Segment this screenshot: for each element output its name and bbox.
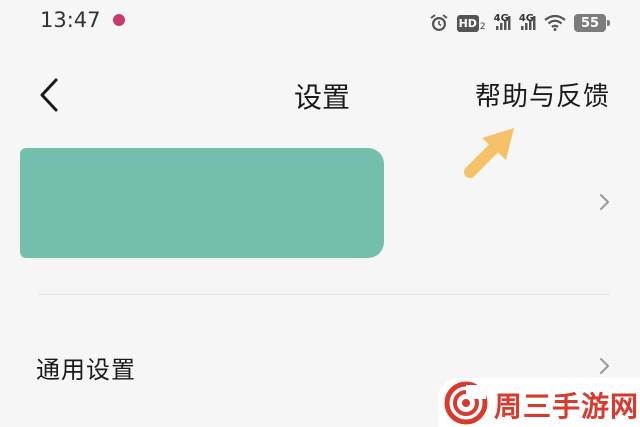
chevron-right-icon — [600, 194, 609, 210]
redacted-account-info — [20, 148, 384, 258]
status-icons: HD 2 4G 4G 55 — [429, 10, 610, 36]
signal-label: 4G — [518, 13, 534, 24]
watermark-text: 周三手游网 — [494, 390, 640, 423]
status-bar: 13:47 HD 2 4G 4G 55 — [0, 0, 640, 46]
watermark: 周三手游网 — [438, 378, 640, 427]
settings-item-label: 通用设置 — [36, 356, 136, 384]
help-feedback-link[interactable]: 帮助与反馈 — [475, 76, 610, 113]
wifi-icon — [544, 15, 566, 31]
hd-sub: 2 — [479, 21, 486, 32]
signal-icon: 4G — [518, 13, 536, 30]
divider — [38, 294, 610, 295]
signal-label: 4G — [493, 13, 509, 24]
signal-icon: 4G — [493, 13, 511, 30]
alarm-icon — [429, 14, 448, 31]
account-row[interactable] — [0, 142, 640, 264]
chevron-right-icon — [600, 358, 609, 374]
hd-label: HD — [456, 14, 479, 32]
hd-icon: HD 2 — [456, 14, 486, 32]
watermark-logo-icon — [444, 381, 488, 425]
battery-icon: 55 — [574, 14, 610, 32]
status-time: 13:47 — [40, 8, 101, 32]
notification-app-icon — [113, 14, 125, 26]
